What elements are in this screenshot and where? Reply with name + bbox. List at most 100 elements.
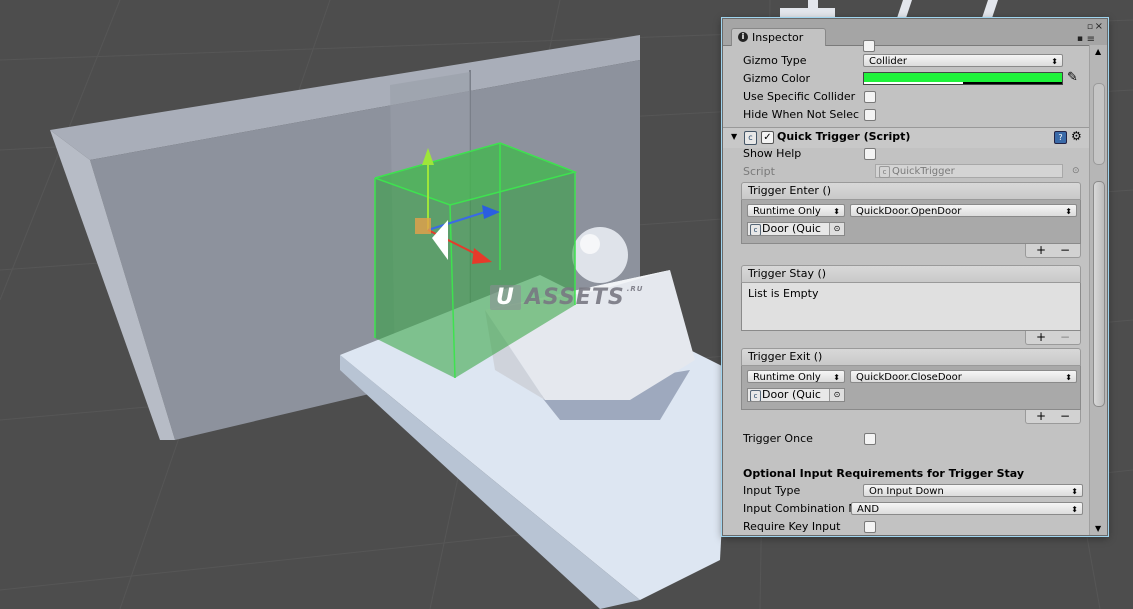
- input-type-value: On Input Down: [869, 486, 944, 497]
- component-enable-checkbox[interactable]: ✓: [761, 131, 774, 144]
- gizmo-type-dropdown[interactable]: Collider ⬍: [863, 54, 1063, 67]
- trigger-exit-target-field[interactable]: c Door (Quic ⊙: [747, 388, 845, 402]
- object-picker-icon[interactable]: ⊙: [829, 223, 844, 235]
- require-key-input-checkbox[interactable]: [864, 521, 876, 533]
- require-key-input-label: Require Key Input: [743, 520, 841, 533]
- trigger-enter-footer: + −: [1025, 244, 1081, 258]
- trigger-enter-function-value: QuickDoor.OpenDoor: [856, 206, 962, 217]
- scroll-up-icon[interactable]: ▲: [1095, 47, 1101, 56]
- alpha-bar: [864, 82, 1062, 84]
- gizmo-type-label: Gizmo Type: [743, 54, 807, 67]
- trigger-exit-mode-value: Runtime Only: [753, 372, 821, 383]
- trigger-enter-target-field[interactable]: c Door (Quic ⊙: [747, 222, 845, 236]
- maximize-icon[interactable]: ▫: [1087, 23, 1093, 32]
- add-listener-button[interactable]: +: [1036, 331, 1046, 343]
- use-specific-collider-label: Use Specific Collider: [743, 90, 856, 103]
- menu-icon[interactable]: ≡: [1087, 35, 1095, 45]
- trigger-exit-function-dropdown[interactable]: QuickDoor.CloseDoor ⬍: [850, 370, 1077, 383]
- trigger-enter-body: Runtime Only ⬍ QuickDoor.OpenDoor ⬍ c Door …: [741, 200, 1081, 244]
- top-cut-checkbox[interactable]: [863, 40, 875, 52]
- script-icon: c: [750, 390, 761, 401]
- add-listener-button[interactable]: +: [1036, 244, 1046, 256]
- dropdown-arrow-icon: ⬍: [1071, 505, 1078, 514]
- tab-inspector-label: Inspector: [752, 31, 804, 44]
- script-label: Script: [743, 165, 775, 178]
- trigger-enter-target-value: Door (Quic: [762, 222, 821, 235]
- script-row: Script: [743, 164, 863, 180]
- input-combination-label: Input Combination M: [743, 502, 858, 515]
- trigger-enter-header: Trigger Enter (): [741, 182, 1081, 200]
- scroll-down-icon[interactable]: ▼: [1095, 524, 1101, 533]
- remove-listener-button[interactable]: −: [1060, 410, 1070, 422]
- tab-inspector[interactable]: i Inspector: [731, 28, 827, 46]
- dropdown-arrow-icon: ⬍: [1065, 207, 1072, 216]
- dropdown-arrow-icon: ⬍: [833, 207, 840, 216]
- trigger-enter-function-dropdown[interactable]: QuickDoor.OpenDoor ⬍: [850, 204, 1077, 217]
- input-type-label: Input Type: [743, 484, 801, 497]
- script-field: c QuickTrigger: [875, 164, 1063, 178]
- input-type-row: Input Type: [743, 483, 863, 499]
- lock-icon[interactable]: ▪: [1077, 35, 1083, 44]
- watermark-logo: U ASSETS .RU: [490, 285, 643, 310]
- inspector-window: i Inspector ▫ × ▪ ≡ Gizmo Type Collider ⬍…: [722, 18, 1108, 536]
- gear-icon[interactable]: ⚙: [1071, 129, 1082, 143]
- hide-when-not-selected-label: Hide When Not Selec: [743, 108, 860, 121]
- info-icon: i: [738, 32, 748, 42]
- help-icon[interactable]: ?: [1054, 131, 1067, 144]
- trigger-exit-function-value: QuickDoor.CloseDoor: [856, 372, 962, 383]
- require-key-input-row: Require Key Input: [743, 519, 863, 535]
- fold-arrow-icon[interactable]: ▼: [731, 132, 737, 141]
- component-header[interactable]: ▼ c ✓ Quick Trigger (Script) ? ⚙: [723, 127, 1089, 148]
- inspector-scrollbar[interactable]: ▲ ▼: [1089, 45, 1107, 535]
- list-empty-text: List is Empty: [748, 287, 819, 300]
- trigger-enter-mode-value: Runtime Only: [753, 206, 821, 217]
- trigger-stay-body: List is Empty: [741, 283, 1081, 331]
- dropdown-arrow-icon: ⬍: [833, 373, 840, 382]
- input-type-dropdown[interactable]: On Input Down ⬍: [863, 484, 1083, 497]
- eyedropper-icon[interactable]: ✎: [1067, 70, 1078, 85]
- script-icon: c: [750, 224, 761, 235]
- inspector-content: Gizmo Type Collider ⬍ Gizmo Color ✎ Use S…: [723, 40, 1089, 535]
- gizmo-color-label: Gizmo Color: [743, 72, 811, 85]
- show-help-row: Show Help: [743, 146, 863, 162]
- scrollbar-thumb[interactable]: [1093, 181, 1105, 407]
- trigger-stay-footer: + −: [1025, 331, 1081, 345]
- hide-when-not-selected-row: Hide When Not Selec: [743, 107, 863, 123]
- inspector-tabbar: i Inspector ▫ × ▪ ≡: [723, 19, 1107, 46]
- object-picker-icon[interactable]: ⊙: [829, 389, 844, 401]
- dropdown-arrow-icon: ⬍: [1071, 487, 1078, 496]
- add-listener-button[interactable]: +: [1036, 410, 1046, 422]
- trigger-enter-mode-dropdown[interactable]: Runtime Only ⬍: [747, 204, 845, 217]
- component-title: Quick Trigger (Script): [777, 130, 911, 143]
- script-icon: c: [744, 131, 757, 145]
- hide-when-not-selected-checkbox[interactable]: [864, 109, 876, 121]
- trigger-stay-header: Trigger Stay (): [741, 265, 1081, 283]
- script-value: QuickTrigger: [892, 166, 955, 177]
- trigger-stay-title: Trigger Stay (): [748, 267, 827, 280]
- close-icon[interactable]: ×: [1095, 22, 1103, 32]
- gizmo-type-row: Gizmo Type: [743, 53, 863, 69]
- trigger-exit-body: Runtime Only ⬍ QuickDoor.CloseDoor ⬍ c Door…: [741, 366, 1081, 410]
- optional-section-title: Optional Input Requirements for Trigger …: [743, 467, 1025, 480]
- use-specific-collider-row: Use Specific Collider: [743, 89, 863, 105]
- trigger-enter-title: Trigger Enter (): [748, 184, 832, 197]
- gizmo-color-swatch[interactable]: [863, 72, 1063, 85]
- object-picker-icon: ⊙: [1072, 166, 1080, 176]
- input-combination-value: AND: [857, 504, 880, 515]
- sphere-mesh: [572, 227, 628, 283]
- remove-listener-button[interactable]: −: [1060, 331, 1070, 343]
- trigger-once-row: Trigger Once: [743, 431, 863, 447]
- remove-listener-button[interactable]: −: [1060, 244, 1070, 256]
- show-help-label: Show Help: [743, 147, 802, 160]
- trigger-exit-title: Trigger Exit (): [748, 350, 823, 363]
- show-help-checkbox[interactable]: [864, 148, 876, 160]
- dropdown-arrow-icon: ⬍: [1051, 57, 1058, 66]
- trigger-exit-mode-dropdown[interactable]: Runtime Only ⬍: [747, 370, 845, 383]
- scrollbar-track-segment[interactable]: [1093, 83, 1105, 165]
- input-combination-row: Input Combination M: [743, 501, 863, 517]
- trigger-once-checkbox[interactable]: [864, 433, 876, 445]
- gizmo-type-value: Collider: [869, 56, 908, 67]
- input-combination-dropdown[interactable]: AND ⬍: [851, 502, 1083, 515]
- use-specific-collider-checkbox[interactable]: [864, 91, 876, 103]
- dropdown-arrow-icon: ⬍: [1065, 373, 1072, 382]
